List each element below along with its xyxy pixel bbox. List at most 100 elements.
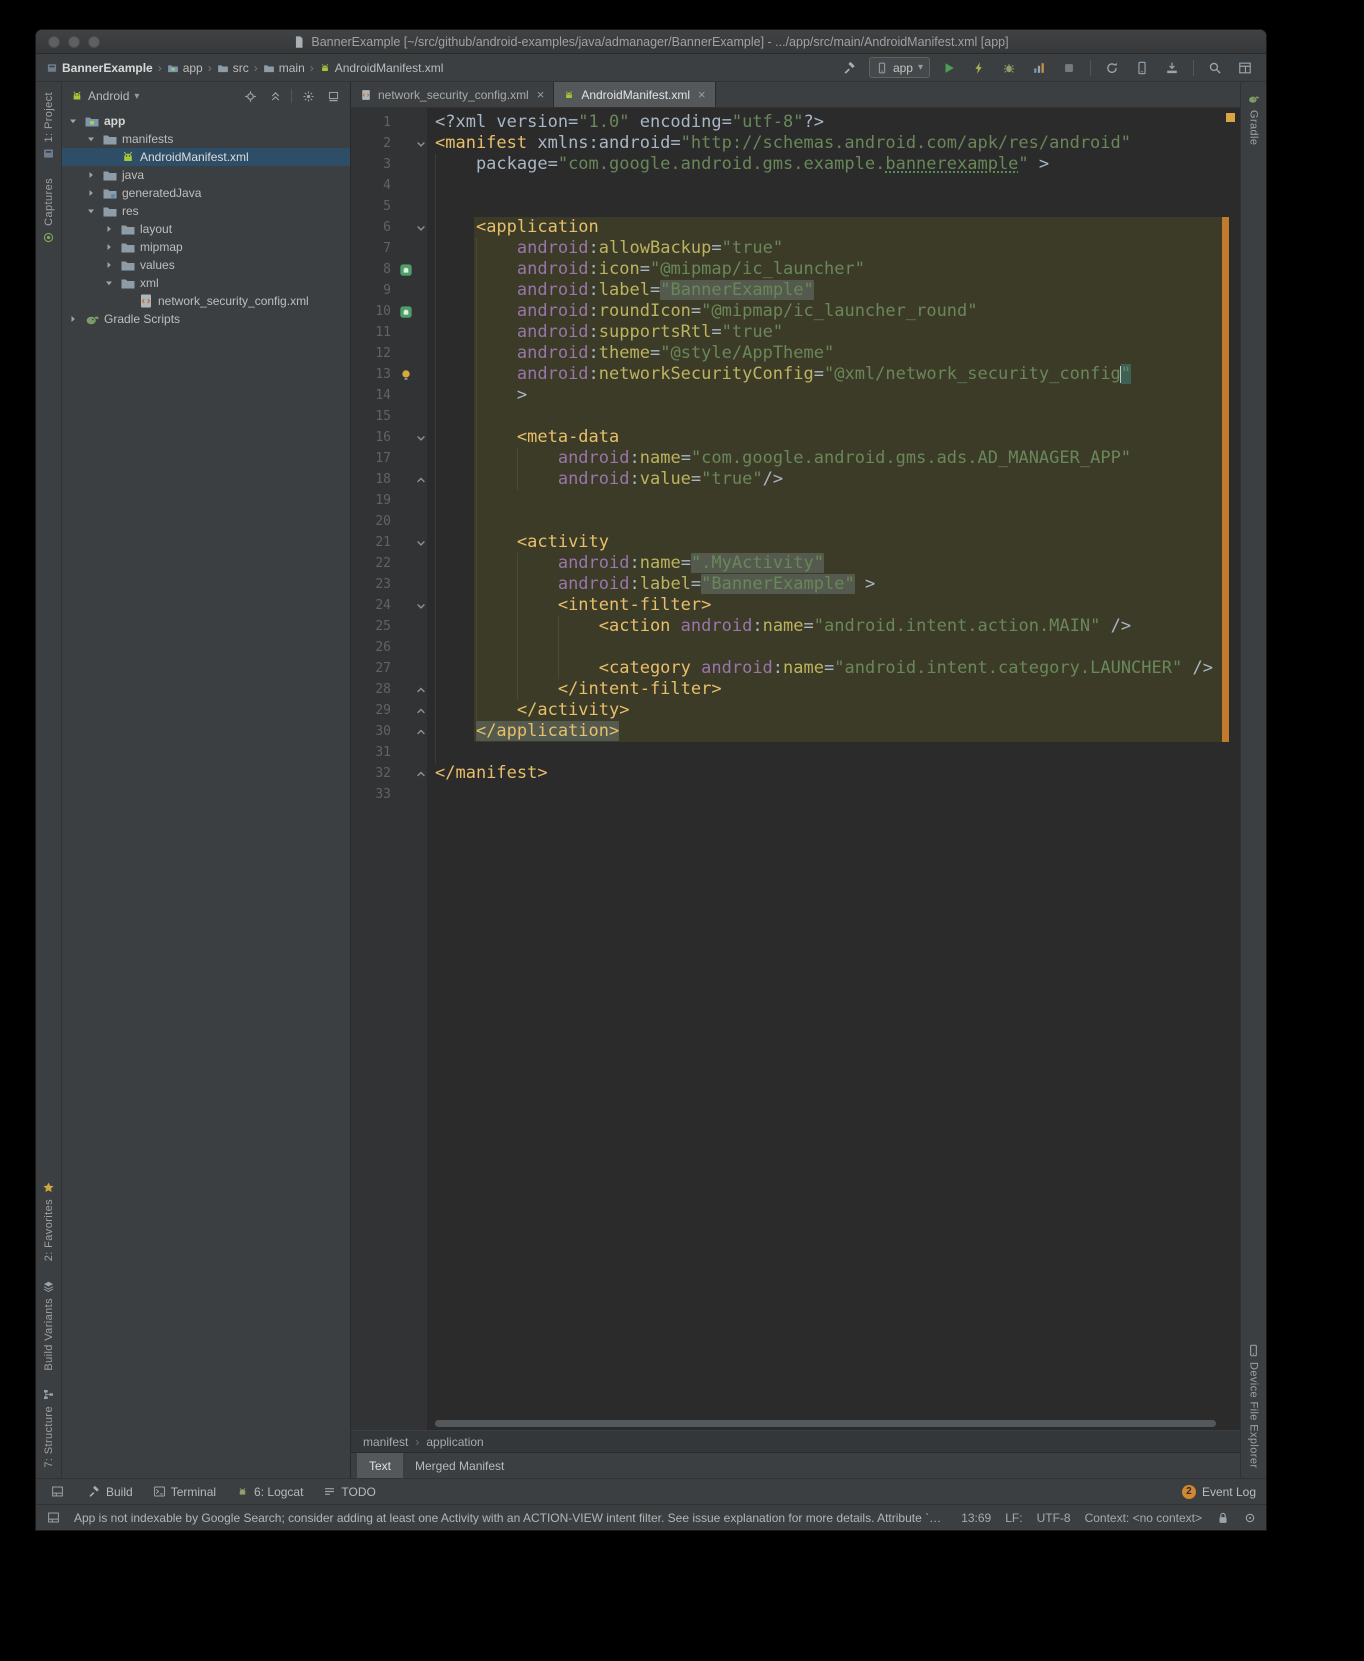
tool-button-2-favorites[interactable]: 2: Favorites — [42, 1181, 55, 1261]
code-line-17[interactable]: 17 android:name="com.google.android.gms.… — [351, 448, 1240, 469]
tool-button-1-project[interactable]: 1: Project — [42, 92, 55, 160]
code-line-20[interactable]: 20 — [351, 511, 1240, 532]
code-line-5[interactable]: 5 — [351, 196, 1240, 217]
line-ending-indicator[interactable]: LF: — [1005, 1511, 1022, 1525]
profiler-button[interactable] — [1028, 57, 1050, 79]
close-tab-icon[interactable]: × — [698, 87, 706, 102]
fold-down-icon[interactable] — [415, 138, 427, 150]
code-line-28[interactable]: 28 </intent-filter> — [351, 679, 1240, 700]
code-line-21[interactable]: 21 <activity — [351, 532, 1240, 553]
tree-down-chevron-icon[interactable] — [84, 205, 98, 217]
fold-down-icon[interactable] — [415, 537, 427, 549]
tool-button-build-variants[interactable]: Build Variants — [42, 1280, 55, 1371]
project-view-selector[interactable]: Android — [88, 89, 129, 103]
tree-item-androidmanifest-xml[interactable]: AndroidManifest.xml — [62, 148, 350, 166]
tool-window-button-terminal[interactable]: Terminal — [153, 1485, 216, 1499]
view-tab-merged-manifest[interactable]: Merged Manifest — [403, 1453, 516, 1478]
tree-right-chevron-icon[interactable] — [66, 313, 80, 325]
tree-right-chevron-icon[interactable] — [102, 241, 116, 253]
fold-down-icon[interactable] — [415, 600, 427, 612]
code-line-19[interactable]: 19 — [351, 490, 1240, 511]
tree-right-chevron-icon[interactable] — [102, 259, 116, 271]
tree-item-generatedjava[interactable]: generatedJava — [62, 184, 350, 202]
tree-item-mipmap[interactable]: mipmap — [62, 238, 350, 256]
fold-down-icon[interactable] — [415, 222, 427, 234]
code-line-24[interactable]: 24 <intent-filter> — [351, 595, 1240, 616]
code-line-4[interactable]: 4 — [351, 175, 1240, 196]
code-line-30[interactable]: 30 </application> — [351, 721, 1240, 742]
status-message[interactable]: App is not indexable by Google Search; c… — [74, 1511, 947, 1525]
tree-right-chevron-icon[interactable] — [84, 169, 98, 181]
collapse-button[interactable] — [266, 87, 284, 105]
close-window-button[interactable] — [48, 36, 60, 48]
hammer-button[interactable] — [839, 57, 861, 79]
nav-breadcrumb-src[interactable]: src — [217, 61, 249, 75]
code-line-9[interactable]: 9 android:label="BannerExample" — [351, 280, 1240, 301]
view-tab-text[interactable]: Text — [357, 1453, 403, 1478]
code-line-14[interactable]: 14 > — [351, 385, 1240, 406]
fold-up-icon[interactable] — [415, 474, 427, 486]
android-preview-gutter-icon[interactable] — [397, 305, 415, 319]
tool-button-captures[interactable]: Captures — [42, 178, 55, 244]
code-line-26[interactable]: 26 — [351, 637, 1240, 658]
fold-up-icon[interactable] — [415, 726, 427, 738]
tree-down-chevron-icon[interactable] — [66, 115, 80, 127]
locate-button[interactable] — [241, 87, 259, 105]
nav-breadcrumb-main[interactable]: main — [263, 61, 305, 75]
tree-item-gradle-scripts[interactable]: Gradle Scripts — [62, 310, 350, 328]
code-line-10[interactable]: 10 android:roundIcon="@mipmap/ic_launche… — [351, 301, 1240, 322]
tool-window-button-6-logcat[interactable]: 6: Logcat — [236, 1485, 303, 1499]
hide-button[interactable] — [324, 87, 342, 105]
tree-item-java[interactable]: java — [62, 166, 350, 184]
code-line-1[interactable]: 1<?xml version="1.0" encoding="utf-8"?> — [351, 112, 1240, 133]
editor-tab-AndroidManifest.xml[interactable]: AndroidManifest.xml× — [554, 82, 715, 107]
sdk-manager-button[interactable] — [1161, 57, 1183, 79]
code-line-23[interactable]: 23 android:label="BannerExample" > — [351, 574, 1240, 595]
tool-button-device-file-explorer[interactable]: Device File Explorer — [1247, 1344, 1260, 1468]
code-line-32[interactable]: 32</manifest> — [351, 763, 1240, 784]
horizontal-scrollbar[interactable] — [435, 1420, 1216, 1427]
run-configuration-select[interactable]: app▾ — [869, 57, 930, 78]
tree-item-values[interactable]: values — [62, 256, 350, 274]
code-line-33[interactable]: 33 — [351, 784, 1240, 805]
fold-up-icon[interactable] — [415, 705, 427, 717]
editor-tab-network_security_config.xml[interactable]: network_security_config.xml× — [351, 82, 554, 107]
nav-breadcrumb-BannerExample[interactable]: BannerExample — [46, 61, 153, 75]
tree-down-chevron-icon[interactable] — [84, 133, 98, 145]
code-line-11[interactable]: 11 android:supportsRtl="true" — [351, 322, 1240, 343]
nav-breadcrumb-AndroidManifest.xml[interactable]: AndroidManifest.xml — [319, 61, 444, 75]
code-line-3[interactable]: 3 package="com.google.android.gms.exampl… — [351, 154, 1240, 175]
tool-window-button-build[interactable]: Build — [88, 1485, 133, 1499]
bulb-gutter-icon[interactable] — [397, 368, 415, 382]
tree-item-layout[interactable]: layout — [62, 220, 350, 238]
tree-item-app[interactable]: app — [62, 112, 350, 130]
gear-button[interactable] — [299, 87, 317, 105]
code-editor[interactable]: 1<?xml version="1.0" encoding="utf-8"?> 2… — [351, 108, 1240, 1430]
code-line-8[interactable]: 8 android:icon="@mipmap/ic_launcher" — [351, 259, 1240, 280]
toolwindow-toggle-icon[interactable] — [46, 1511, 60, 1525]
breadcrumb-manifest[interactable]: manifest — [363, 1435, 408, 1449]
tree-right-chevron-icon[interactable] — [84, 187, 98, 199]
tool-window-button-todo[interactable]: TODO — [323, 1485, 375, 1499]
code-line-25[interactable]: 25 <action android:name="android.intent.… — [351, 616, 1240, 637]
encoding-indicator[interactable]: UTF-8 — [1037, 1511, 1071, 1525]
fold-down-icon[interactable] — [415, 432, 427, 444]
code-line-29[interactable]: 29 </activity> — [351, 700, 1240, 721]
sync-project-button[interactable] — [1101, 57, 1123, 79]
caret-position[interactable]: 13:69 — [961, 1511, 991, 1525]
event-log-button[interactable]: 2Event Log — [1182, 1485, 1256, 1499]
tree-item-manifests[interactable]: manifests — [62, 130, 350, 148]
android-preview-gutter-icon[interactable] — [397, 263, 415, 277]
code-line-18[interactable]: 18 android:value="true"/> — [351, 469, 1240, 490]
tree-item-network-security-config-xml[interactable]: network_security_config.xml — [62, 292, 350, 310]
code-line-15[interactable]: 15 — [351, 406, 1240, 427]
fold-up-icon[interactable] — [415, 768, 427, 780]
tree-item-res[interactable]: res — [62, 202, 350, 220]
zoom-window-button[interactable] — [88, 36, 100, 48]
layout-inspector-button[interactable] — [1234, 57, 1256, 79]
code-line-16[interactable]: 16 <meta-data — [351, 427, 1240, 448]
minimize-window-button[interactable] — [68, 36, 80, 48]
lock-icon[interactable] — [1216, 1511, 1229, 1524]
tree-down-chevron-icon[interactable] — [102, 277, 116, 289]
tree-right-chevron-icon[interactable] — [102, 223, 116, 235]
